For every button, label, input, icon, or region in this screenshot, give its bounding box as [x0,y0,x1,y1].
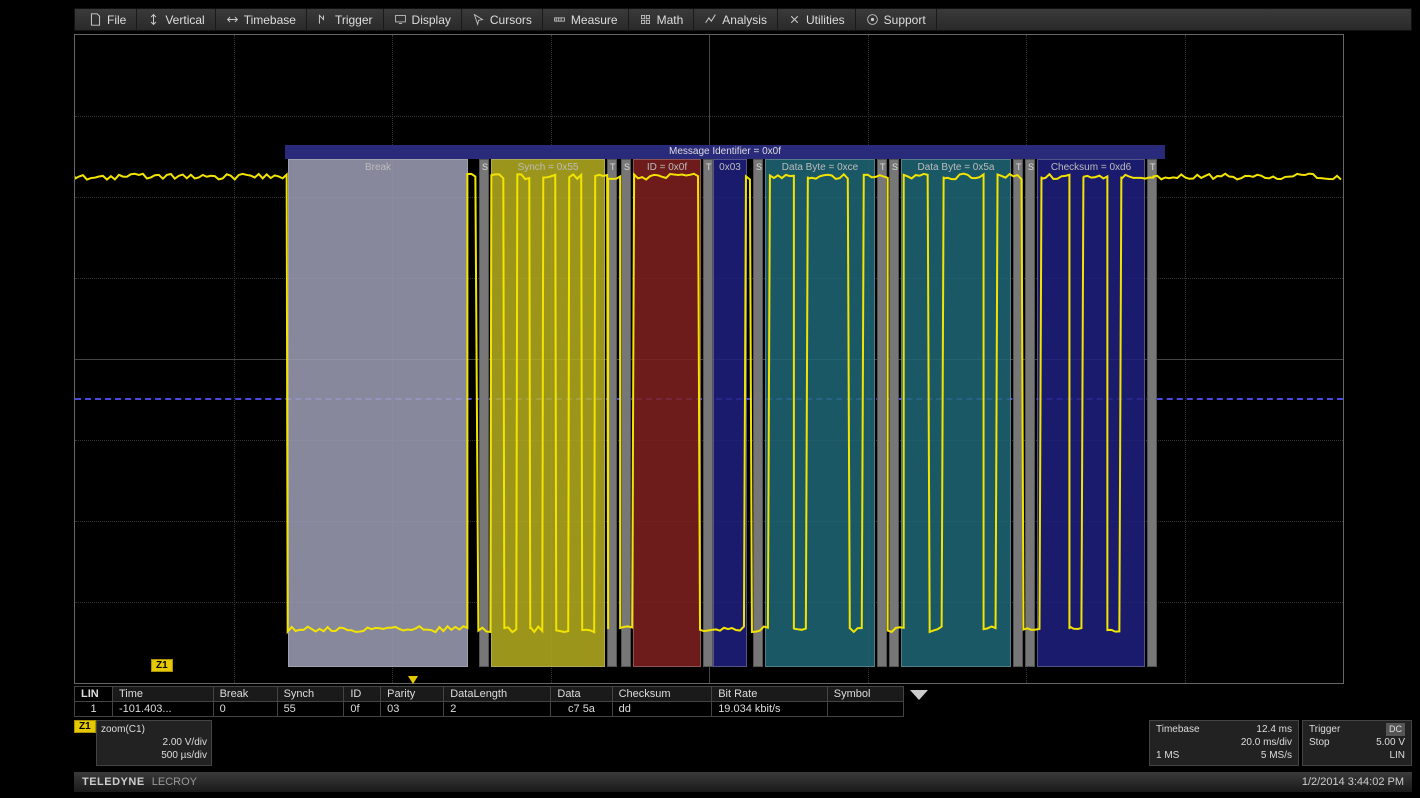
trigger-box[interactable]: Trigger DC Stop 5.00 V LIN [1302,720,1412,766]
menubar: File Vertical Timebase Trigger Display C… [74,8,1412,31]
table-header-symbol[interactable]: Symbol [827,687,903,702]
table-header-lin[interactable]: LIN [75,687,113,702]
menu-vertical[interactable]: Vertical [137,9,215,30]
trigger-stop: Stop [1309,736,1330,749]
support-icon [866,13,879,26]
table-header-checksum[interactable]: Checksum [612,687,712,702]
status-row: Z1 zoom(C1) 2.00 V/div 500 µs/div Timeba… [74,720,1412,766]
timebase-v3a: 1 MS [1156,749,1179,762]
menu-cursors-label: Cursors [490,13,532,27]
footer-datetime: 1/2/2014 3:44:02 PM [1302,776,1404,788]
waveform-trace [75,35,1343,683]
menu-cursors[interactable]: Cursors [462,9,543,30]
dc-tag: DC [1386,723,1405,736]
table-dropdown-icon[interactable] [910,690,928,700]
menu-support-label: Support [884,13,926,27]
display-icon [394,13,407,26]
menu-file-label: File [107,13,126,27]
menu-support[interactable]: Support [856,9,937,30]
table-cell[interactable]: -101.403... [113,702,214,717]
brand-lecroy: LECROY [152,776,197,788]
menu-trigger-label: Trigger [335,13,373,27]
menu-display-label: Display [412,13,451,27]
measure-icon [553,13,566,26]
decode-table[interactable]: LINTimeBreakSynchIDParityDataLengthDataC… [74,686,904,717]
table-cell[interactable]: c7 5a [551,702,612,717]
table-header-parity[interactable]: Parity [381,687,444,702]
menu-timebase[interactable]: Timebase [216,9,307,30]
menu-utilities-label: Utilities [806,13,845,27]
table-cell[interactable]: 0f [344,702,381,717]
utilities-icon [788,13,801,26]
brand-teledyne: TELEDYNE [82,776,145,788]
menu-analysis-label: Analysis [722,13,767,27]
math-icon [639,13,652,26]
table-header-datalength[interactable]: DataLength [444,687,551,702]
z1-side-label: Z1 [151,659,173,672]
timebase-label: Timebase [1156,723,1200,736]
menu-display[interactable]: Display [384,9,462,30]
vertical-icon [147,13,160,26]
menu-utilities[interactable]: Utilities [778,9,856,30]
timebase-v1: 12.4 ms [1256,723,1292,736]
zoom-info-box[interactable]: zoom(C1) 2.00 V/div 500 µs/div [96,720,212,766]
table-cell[interactable]: 0 [213,702,277,717]
menu-math[interactable]: Math [629,9,695,30]
timebase-icon [226,13,239,26]
menu-measure-label: Measure [571,13,618,27]
footer-bar: TELEDYNE LECROY 1/2/2014 3:44:02 PM [74,772,1412,792]
table-cell[interactable]: 55 [277,702,344,717]
timebase-box[interactable]: Timebase 12.4 ms 20.0 ms/div 1 MS 5 MS/s [1149,720,1299,766]
zoom-name: zoom(C1) [101,723,207,736]
file-icon [89,13,102,26]
table-cell[interactable]: 1 [75,702,113,717]
table-header-bit rate[interactable]: Bit Rate [712,687,828,702]
menu-trigger[interactable]: Trigger [307,9,384,30]
table-cell[interactable]: dd [612,702,712,717]
table-header-time[interactable]: Time [113,687,214,702]
trigger-position-marker [408,676,418,684]
table-header-data[interactable]: Data [551,687,612,702]
analysis-icon [704,13,717,26]
menu-vertical-label: Vertical [165,13,204,27]
table-cell[interactable]: 2 [444,702,551,717]
table-header-synch[interactable]: Synch [277,687,344,702]
menu-measure[interactable]: Measure [543,9,629,30]
trigger-icon [317,13,330,26]
menu-timebase-label: Timebase [244,13,296,27]
table-cell[interactable]: 03 [381,702,444,717]
trigger-volts: 5.00 V [1376,736,1405,749]
menu-file[interactable]: File [79,9,137,30]
timebase-v2: 20.0 ms/div [1241,736,1292,749]
trigger-src: LIN [1389,749,1405,762]
cursors-icon [472,13,485,26]
menu-math-label: Math [657,13,684,27]
z1-tag[interactable]: Z1 [74,720,96,733]
table-cell[interactable]: 19.034 kbit/s [712,702,828,717]
waveform-display[interactable]: Message Identifier = 0x0f BreakSSynch = … [74,34,1344,684]
menu-analysis[interactable]: Analysis [694,9,778,30]
timebase-v3b: 5 MS/s [1261,749,1292,762]
zoom-tdiv: 500 µs/div [101,749,207,762]
table-cell[interactable] [827,702,903,717]
table-header-id[interactable]: ID [344,687,381,702]
decode-table-area: LINTimeBreakSynchIDParityDataLengthDataC… [74,686,1412,717]
zoom-vdiv: 2.00 V/div [101,736,207,749]
trigger-label: Trigger [1309,723,1340,736]
table-header-break[interactable]: Break [213,687,277,702]
